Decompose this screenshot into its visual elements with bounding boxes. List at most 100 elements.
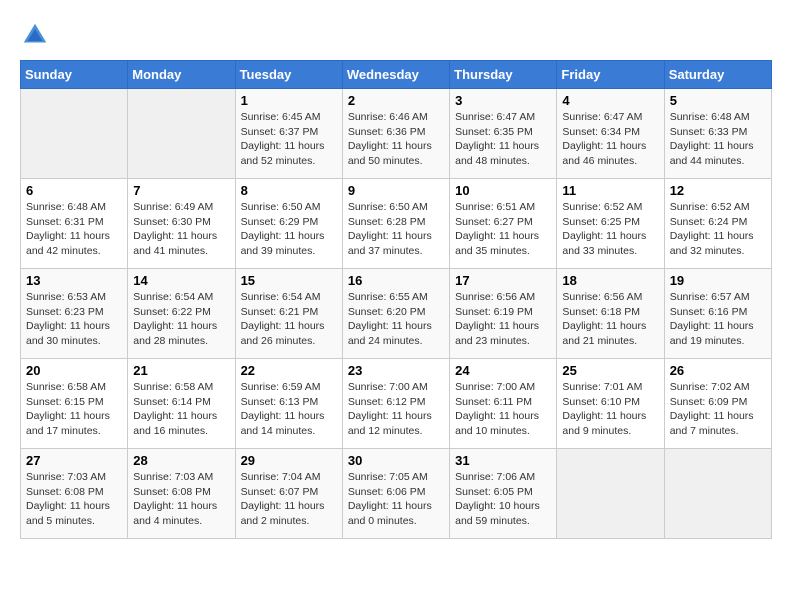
day-number: 27: [26, 453, 122, 468]
day-cell: [21, 89, 128, 179]
day-cell: 18 Sunrise: 6:56 AM Sunset: 6:18 PM Dayli…: [557, 269, 664, 359]
day-number: 15: [241, 273, 337, 288]
day-number: 21: [133, 363, 229, 378]
day-cell: 9Sunrise: 6:50 AM Sunset: 6:28 PM Daylig…: [342, 179, 449, 269]
header-cell-tuesday: Tuesday: [235, 61, 342, 89]
day-number: 4: [562, 93, 658, 108]
day-info: Sunrise: 6:57 AM Sunset: 6:16 PM Dayligh…: [670, 290, 766, 349]
day-number: 25: [562, 363, 658, 378]
day-info: Sunrise: 6:52 AM Sunset: 6:25 PM Dayligh…: [562, 200, 658, 259]
day-number: 11: [562, 183, 658, 198]
week-row-2: 6Sunrise: 6:48 AM Sunset: 6:31 PM Daylig…: [21, 179, 772, 269]
day-info: Sunrise: 6:56 AM Sunset: 6:19 PM Dayligh…: [455, 290, 551, 349]
day-number: 8: [241, 183, 337, 198]
day-info: Sunrise: 7:06 AM Sunset: 6:05 PM Dayligh…: [455, 470, 551, 529]
day-number: 1: [241, 93, 337, 108]
day-cell: [557, 449, 664, 539]
day-info: Sunrise: 6:54 AM Sunset: 6:21 PM Dayligh…: [241, 290, 337, 349]
day-cell: 19 Sunrise: 6:57 AM Sunset: 6:16 PM Dayli…: [664, 269, 771, 359]
week-row-1: 1 Sunrise: 6:45 AM Sunset: 6:37 PM Daylig…: [21, 89, 772, 179]
day-cell: 6Sunrise: 6:48 AM Sunset: 6:31 PM Daylig…: [21, 179, 128, 269]
calendar-table: SundayMondayTuesdayWednesdayThursdayFrid…: [20, 60, 772, 539]
day-info: Sunrise: 6:59 AM Sunset: 6:13 PM Dayligh…: [241, 380, 337, 439]
header-row: SundayMondayTuesdayWednesdayThursdayFrid…: [21, 61, 772, 89]
day-info: Sunrise: 6:48 AM Sunset: 6:33 PM Dayligh…: [670, 110, 766, 169]
day-number: 19: [670, 273, 766, 288]
day-cell: 1 Sunrise: 6:45 AM Sunset: 6:37 PM Daylig…: [235, 89, 342, 179]
day-cell: 28Sunrise: 7:03 AM Sunset: 6:08 PM Dayli…: [128, 449, 235, 539]
header-cell-sunday: Sunday: [21, 61, 128, 89]
day-cell: 8Sunrise: 6:50 AM Sunset: 6:29 PM Daylig…: [235, 179, 342, 269]
day-cell: 17 Sunrise: 6:56 AM Sunset: 6:19 PM Dayli…: [450, 269, 557, 359]
day-number: 9: [348, 183, 444, 198]
header-cell-monday: Monday: [128, 61, 235, 89]
day-cell: 14Sunrise: 6:54 AM Sunset: 6:22 PM Dayli…: [128, 269, 235, 359]
header-cell-friday: Friday: [557, 61, 664, 89]
week-row-3: 13 Sunrise: 6:53 AM Sunset: 6:23 PM Dayli…: [21, 269, 772, 359]
day-cell: 25 Sunrise: 7:01 AM Sunset: 6:10 PM Dayli…: [557, 359, 664, 449]
day-number: 24: [455, 363, 551, 378]
day-info: Sunrise: 6:54 AM Sunset: 6:22 PM Dayligh…: [133, 290, 229, 349]
day-cell: 11 Sunrise: 6:52 AM Sunset: 6:25 PM Dayli…: [557, 179, 664, 269]
day-number: 6: [26, 183, 122, 198]
week-row-5: 27 Sunrise: 7:03 AM Sunset: 6:08 PM Dayli…: [21, 449, 772, 539]
day-info: Sunrise: 6:45 AM Sunset: 6:37 PM Dayligh…: [241, 110, 337, 169]
day-cell: [664, 449, 771, 539]
day-info: Sunrise: 6:47 AM Sunset: 6:35 PM Dayligh…: [455, 110, 551, 169]
day-info: Sunrise: 6:53 AM Sunset: 6:23 PM Dayligh…: [26, 290, 122, 349]
header-cell-thursday: Thursday: [450, 61, 557, 89]
day-number: 26: [670, 363, 766, 378]
header-cell-saturday: Saturday: [664, 61, 771, 89]
day-cell: 16 Sunrise: 6:55 AM Sunset: 6:20 PM Dayli…: [342, 269, 449, 359]
day-info: Sunrise: 7:03 AM Sunset: 6:08 PM Dayligh…: [26, 470, 122, 529]
day-cell: 23 Sunrise: 7:00 AM Sunset: 6:12 PM Dayli…: [342, 359, 449, 449]
day-info: Sunrise: 6:58 AM Sunset: 6:14 PM Dayligh…: [133, 380, 229, 439]
header-cell-wednesday: Wednesday: [342, 61, 449, 89]
day-info: Sunrise: 6:58 AM Sunset: 6:15 PM Dayligh…: [26, 380, 122, 439]
logo: [20, 20, 54, 50]
day-info: Sunrise: 6:55 AM Sunset: 6:20 PM Dayligh…: [348, 290, 444, 349]
day-number: 5: [670, 93, 766, 108]
day-number: 2: [348, 93, 444, 108]
day-info: Sunrise: 6:49 AM Sunset: 6:30 PM Dayligh…: [133, 200, 229, 259]
day-info: Sunrise: 7:05 AM Sunset: 6:06 PM Dayligh…: [348, 470, 444, 529]
day-info: Sunrise: 7:00 AM Sunset: 6:11 PM Dayligh…: [455, 380, 551, 439]
day-number: 13: [26, 273, 122, 288]
day-cell: 12Sunrise: 6:52 AM Sunset: 6:24 PM Dayli…: [664, 179, 771, 269]
day-cell: 15 Sunrise: 6:54 AM Sunset: 6:21 PM Dayli…: [235, 269, 342, 359]
day-number: 10: [455, 183, 551, 198]
week-row-4: 20 Sunrise: 6:58 AM Sunset: 6:15 PM Dayli…: [21, 359, 772, 449]
day-number: 30: [348, 453, 444, 468]
day-info: Sunrise: 7:02 AM Sunset: 6:09 PM Dayligh…: [670, 380, 766, 439]
day-info: Sunrise: 7:03 AM Sunset: 6:08 PM Dayligh…: [133, 470, 229, 529]
day-info: Sunrise: 6:47 AM Sunset: 6:34 PM Dayligh…: [562, 110, 658, 169]
page-header: [20, 20, 772, 50]
day-cell: 21 Sunrise: 6:58 AM Sunset: 6:14 PM Dayli…: [128, 359, 235, 449]
day-cell: 31 Sunrise: 7:06 AM Sunset: 6:05 PM Dayli…: [450, 449, 557, 539]
day-number: 20: [26, 363, 122, 378]
day-number: 29: [241, 453, 337, 468]
day-cell: 20 Sunrise: 6:58 AM Sunset: 6:15 PM Dayli…: [21, 359, 128, 449]
day-info: Sunrise: 7:00 AM Sunset: 6:12 PM Dayligh…: [348, 380, 444, 439]
day-info: Sunrise: 6:56 AM Sunset: 6:18 PM Dayligh…: [562, 290, 658, 349]
day-number: 16: [348, 273, 444, 288]
day-number: 23: [348, 363, 444, 378]
day-info: Sunrise: 6:52 AM Sunset: 6:24 PM Dayligh…: [670, 200, 766, 259]
day-cell: 2 Sunrise: 6:46 AM Sunset: 6:36 PM Daylig…: [342, 89, 449, 179]
day-number: 17: [455, 273, 551, 288]
day-number: 22: [241, 363, 337, 378]
day-number: 7: [133, 183, 229, 198]
day-info: Sunrise: 6:46 AM Sunset: 6:36 PM Dayligh…: [348, 110, 444, 169]
day-cell: 3Sunrise: 6:47 AM Sunset: 6:35 PM Daylig…: [450, 89, 557, 179]
day-cell: 7 Sunrise: 6:49 AM Sunset: 6:30 PM Daylig…: [128, 179, 235, 269]
day-number: 18: [562, 273, 658, 288]
day-cell: 27 Sunrise: 7:03 AM Sunset: 6:08 PM Dayli…: [21, 449, 128, 539]
day-cell: 13 Sunrise: 6:53 AM Sunset: 6:23 PM Dayli…: [21, 269, 128, 359]
day-info: Sunrise: 6:51 AM Sunset: 6:27 PM Dayligh…: [455, 200, 551, 259]
day-cell: 26 Sunrise: 7:02 AM Sunset: 6:09 PM Dayli…: [664, 359, 771, 449]
day-info: Sunrise: 7:04 AM Sunset: 6:07 PM Dayligh…: [241, 470, 337, 529]
day-cell: 4 Sunrise: 6:47 AM Sunset: 6:34 PM Daylig…: [557, 89, 664, 179]
day-cell: 24 Sunrise: 7:00 AM Sunset: 6:11 PM Dayli…: [450, 359, 557, 449]
day-number: 31: [455, 453, 551, 468]
day-info: Sunrise: 7:01 AM Sunset: 6:10 PM Dayligh…: [562, 380, 658, 439]
